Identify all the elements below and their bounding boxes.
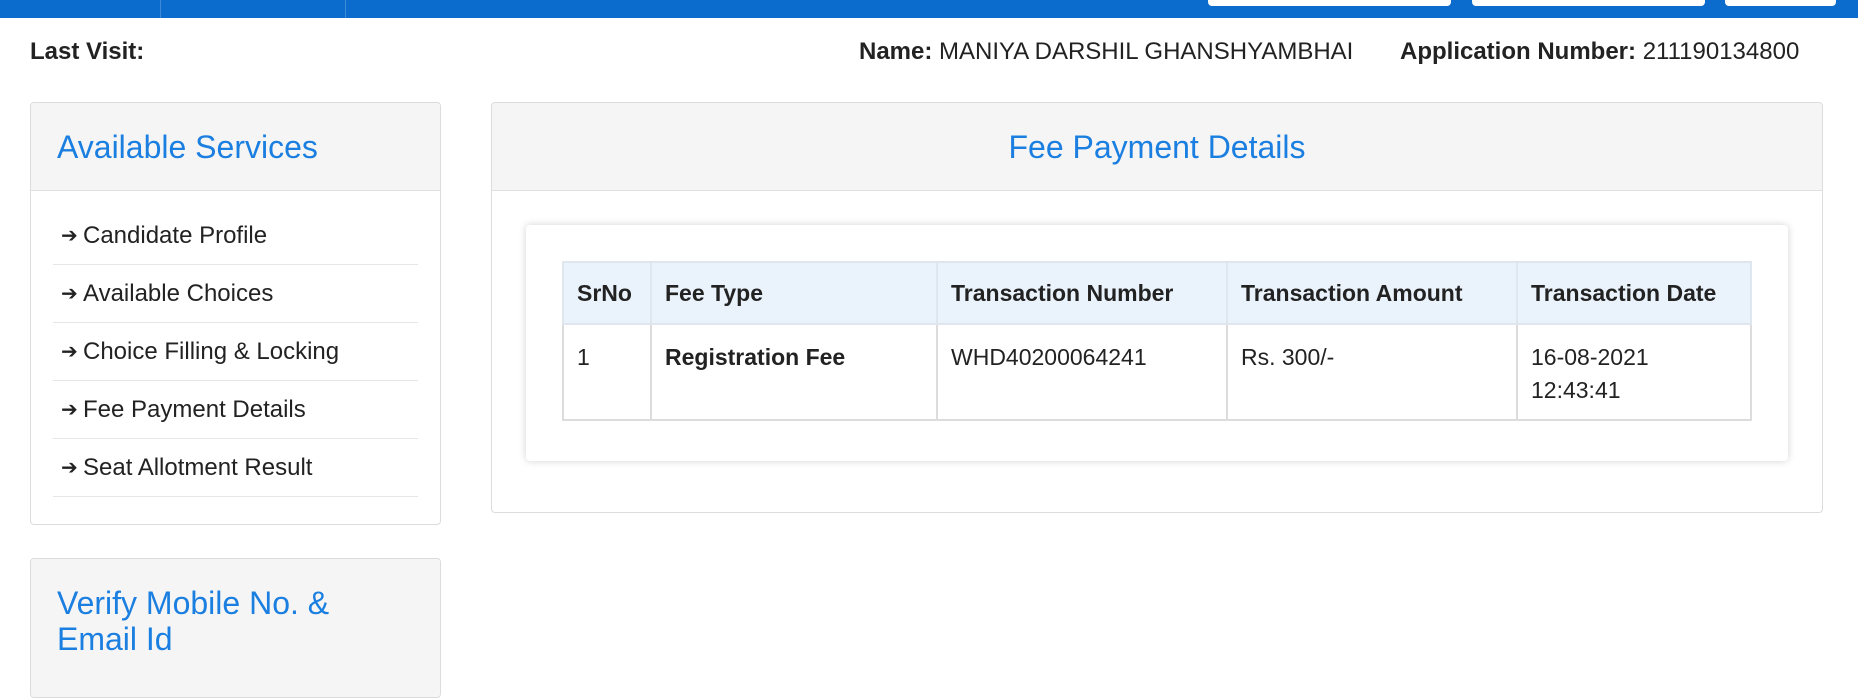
nav-divider	[345, 0, 346, 18]
transaction-time: 12:43:41	[1531, 377, 1621, 403]
service-item-fee-payment[interactable]: ➔ Fee Payment Details	[53, 381, 418, 439]
application-number-label: Application Number:	[1400, 38, 1637, 65]
service-item-label: Available Choices	[83, 279, 274, 307]
column-header-srno: SrNo	[562, 261, 652, 325]
cell-srno: 1	[562, 323, 652, 421]
cell-transaction-amount: Rs. 300/-	[1226, 323, 1518, 421]
service-item-choice-filling[interactable]: ➔ Choice Filling & Locking	[53, 323, 418, 381]
service-item-label: Fee Payment Details	[83, 395, 306, 423]
application-number: Application Number: 211190134800	[1400, 38, 1799, 66]
name-label: Name:	[859, 38, 933, 65]
arrow-right-icon: ➔	[61, 341, 78, 363]
service-item-label: Choice Filling & Locking	[83, 337, 340, 365]
services-list: ➔ Candidate Profile ➔ Available Choices …	[31, 191, 440, 497]
arrow-right-icon: ➔	[61, 225, 78, 247]
application-number-value: 211190134800	[1642, 38, 1800, 65]
service-item-available-choices[interactable]: ➔ Available Choices	[53, 265, 418, 323]
column-header-fee-type: Fee Type	[650, 261, 938, 325]
service-item-label: Seat Allotment Result	[83, 453, 313, 481]
fee-payment-title: Fee Payment Details	[492, 103, 1822, 191]
last-visit-label: Last Visit:	[30, 38, 145, 65]
verify-contact-panel: Verify Mobile No. & Email Id	[30, 558, 441, 698]
transaction-date: 16-08-2021	[1531, 344, 1649, 370]
fee-payment-panel: Fee Payment Details SrNo Fee Type Transa…	[491, 102, 1823, 513]
top-nav-button[interactable]	[1725, 0, 1836, 6]
arrow-right-icon: ➔	[61, 399, 78, 421]
table-header-row: SrNo Fee Type Transaction Number Transac…	[562, 261, 1752, 325]
fee-payment-table: SrNo Fee Type Transaction Number Transac…	[562, 261, 1752, 421]
available-services-title: Available Services	[31, 103, 440, 191]
column-header-transaction-number: Transaction Number	[936, 261, 1228, 325]
name-value: MANIYA DARSHIL GHANSHYAMBHAI	[939, 38, 1354, 65]
candidate-name: Name: MANIYA DARSHIL GHANSHYAMBHAI	[859, 38, 1353, 66]
table-row: 1 Registration Fee WHD40200064241 Rs. 30…	[562, 323, 1752, 421]
verify-contact-title: Verify Mobile No. & Email Id	[31, 559, 440, 697]
cell-transaction-number: WHD40200064241	[936, 323, 1228, 421]
service-item-candidate-profile[interactable]: ➔ Candidate Profile	[53, 207, 418, 265]
available-services-panel: Available Services ➔ Candidate Profile ➔…	[30, 102, 441, 525]
column-header-transaction-date: Transaction Date	[1516, 261, 1752, 325]
service-item-label: Candidate Profile	[83, 221, 268, 249]
column-header-transaction-amount: Transaction Amount	[1226, 261, 1518, 325]
top-nav-button[interactable]	[1208, 0, 1451, 6]
fee-table-card: SrNo Fee Type Transaction Number Transac…	[526, 225, 1788, 461]
arrow-right-icon: ➔	[61, 283, 78, 305]
cell-fee-type: Registration Fee	[650, 323, 938, 421]
top-nav-bar	[0, 0, 1858, 18]
top-nav-button[interactable]	[1472, 0, 1705, 6]
nav-divider	[160, 0, 161, 18]
cell-transaction-date: 16-08-2021 12:43:41	[1516, 323, 1752, 421]
candidate-info-row: Last Visit: Name: MANIYA DARSHIL GHANSHY…	[0, 18, 1858, 84]
service-item-seat-allotment[interactable]: ➔ Seat Allotment Result	[53, 439, 418, 497]
arrow-right-icon: ➔	[61, 457, 78, 479]
